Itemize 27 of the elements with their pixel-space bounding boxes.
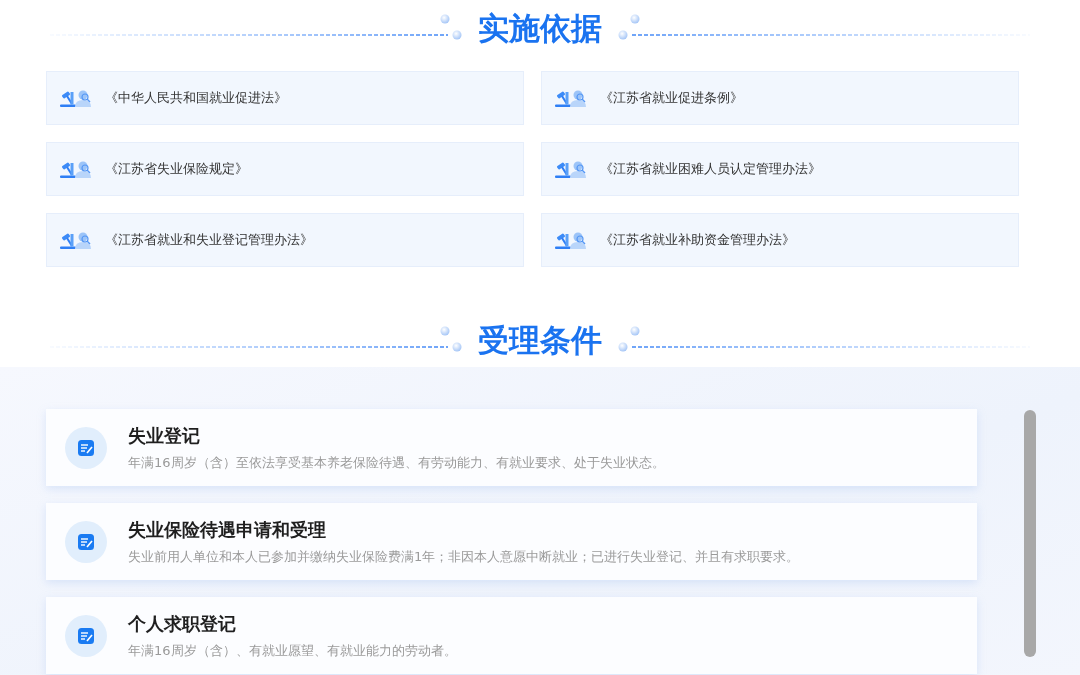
document-edit-icon [65, 520, 107, 563]
law-document-link[interactable]: 《中华人民共和国就业促进法》 [46, 71, 524, 125]
document-edit-icon [65, 426, 107, 469]
law-document-link[interactable]: 《江苏省就业促进条例》 [541, 71, 1019, 125]
condition-description: 年满16周岁（含）、有就业愿望、有就业能力的劳动者。 [128, 641, 457, 660]
law-document-link[interactable]: 《江苏省就业补助资金管理办法》 [541, 213, 1019, 267]
condition-title: 失业登记 [128, 423, 201, 448]
condition-title: 失业保险待遇申请和受理 [128, 517, 327, 542]
gavel-person-icon [554, 160, 587, 178]
law-document-link[interactable]: 《江苏省失业保险规定》 [46, 142, 524, 196]
law-document-link[interactable]: 《江苏省就业困难人员认定管理办法》 [541, 142, 1019, 196]
section-title: 实施依据 [478, 9, 602, 48]
condition-description: 年满16周岁（含）至依法享受基本养老保险待遇、有劳动能力、有就业要求、处于失业状态。 [128, 453, 665, 472]
condition-title: 个人求职登记 [128, 611, 237, 636]
scrollbar-thumb[interactable] [1024, 410, 1036, 657]
gavel-person-icon [554, 89, 587, 107]
gavel-person-icon [59, 89, 92, 107]
document-edit-icon [65, 614, 107, 657]
law-document-link[interactable]: 《江苏省就业和失业登记管理办法》 [46, 213, 524, 267]
gavel-person-icon [59, 160, 92, 178]
condition-card[interactable]: 个人求职登记 年满16周岁（含）、有就业愿望、有就业能力的劳动者。 [46, 597, 977, 674]
condition-card[interactable]: 失业登记 年满16周岁（含）至依法享受基本养老保险待遇、有劳动能力、有就业要求、处于失业状态。 [46, 409, 977, 486]
condition-card[interactable]: 失业保险待遇申请和受理 失业前用人单位和本人已参加并缴纳失业保险费满1年；非因本人意愿中断就业；已进行失业登记、并且有求职要求。 [46, 503, 977, 580]
condition-description: 失业前用人单位和本人已参加并缴纳失业保险费满1年；非因本人意愿中断就业；已进行失业登记、并且有求职要求。 [128, 547, 800, 566]
section-title: 受理条件 [478, 320, 602, 360]
gavel-person-icon [554, 231, 587, 249]
gavel-person-icon [59, 231, 92, 249]
